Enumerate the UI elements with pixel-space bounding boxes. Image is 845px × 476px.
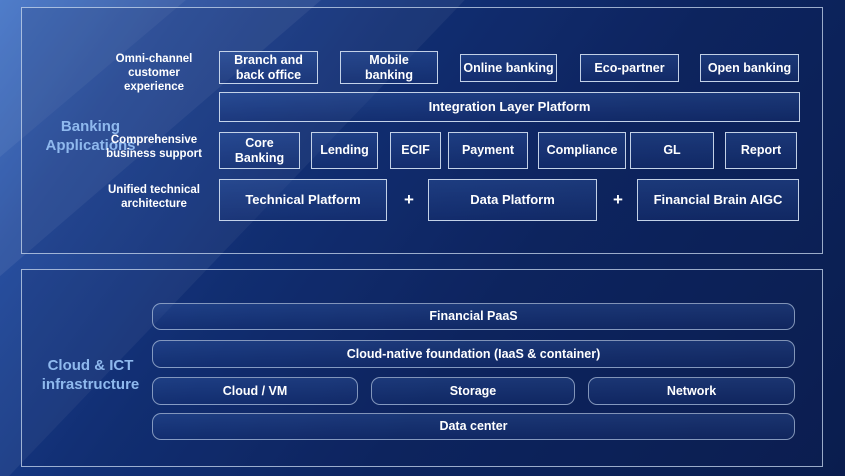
box-financial-paas: Financial PaaS	[152, 303, 795, 330]
plus-separator: +	[398, 179, 420, 221]
box-report: Report	[725, 132, 797, 169]
box-cloud-vm: Cloud / VM	[152, 377, 358, 405]
box-financial-brain-aigc: Financial Brain AIGC	[637, 179, 799, 221]
box-ecif: ECIF	[390, 132, 441, 169]
box-integration-layer-platform: Integration Layer Platform	[219, 92, 800, 122]
box-cloud-native-foundation: Cloud-native foundation (IaaS & containe…	[152, 340, 795, 368]
box-eco-partner: Eco-partner	[580, 54, 679, 82]
box-lending: Lending	[311, 132, 378, 169]
plus-separator: +	[607, 179, 629, 221]
box-network: Network	[588, 377, 795, 405]
label-unified-technical-architecture: Unified technical architecture	[95, 183, 213, 211]
box-open-banking: Open banking	[700, 54, 799, 82]
box-technical-platform: Technical Platform	[219, 179, 387, 221]
box-compliance: Compliance	[538, 132, 626, 169]
box-data-platform: Data Platform	[428, 179, 597, 221]
box-core-banking: Core Banking	[219, 132, 300, 169]
box-payment: Payment	[448, 132, 528, 169]
box-storage: Storage	[371, 377, 575, 405]
architecture-diagram: Banking Applications Omni-channel custom…	[0, 0, 845, 476]
box-gl: GL	[630, 132, 714, 169]
box-mobile-banking: Mobile banking	[340, 51, 438, 84]
label-omni-channel-customer-experience: Omni-channel customer experience	[95, 52, 213, 94]
box-online-banking: Online banking	[460, 54, 557, 82]
label-comprehensive-business-support: Comprehensive business support	[95, 133, 213, 161]
box-data-center: Data center	[152, 413, 795, 440]
box-branch-and-back-office: Branch and back office	[219, 51, 318, 84]
cloud-ict-infrastructure-title: Cloud & ICT infrastructure	[24, 356, 157, 394]
